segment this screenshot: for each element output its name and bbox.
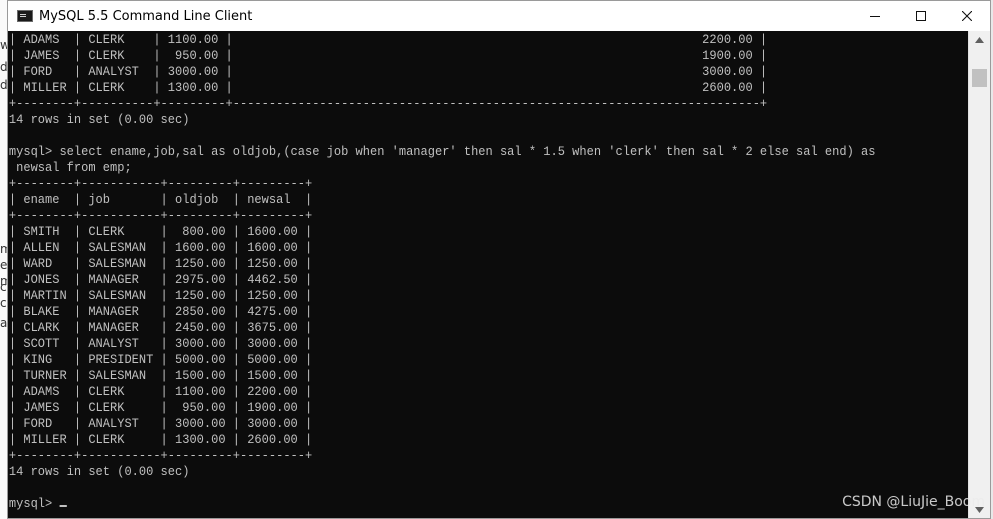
console-output[interactable]: | ADAMS | CLERK | 1100.00 | 2200.00 | | … (8, 31, 968, 518)
watermark: CSDN @LiuJie_Boom (842, 494, 985, 510)
console-text: | ADAMS | CLERK | 1100.00 | 2200.00 | | … (8, 32, 876, 511)
background-text-fragment: c (0, 280, 7, 294)
close-button[interactable] (944, 1, 990, 31)
title-bar[interactable]: MySQL 5.5 Command Line Client (8, 1, 990, 31)
minimize-button[interactable] (852, 1, 898, 31)
maximize-icon (916, 11, 926, 21)
minimize-icon (870, 16, 880, 17)
mysql-console-window: MySQL 5.5 Command Line Client | ADAMS | … (7, 0, 991, 519)
scroll-thumb[interactable] (972, 69, 987, 87)
window-controls (852, 1, 990, 31)
background-text-fragment: c (0, 296, 7, 310)
scroll-up-button[interactable] (969, 31, 990, 48)
maximize-button[interactable] (898, 1, 944, 31)
close-icon (962, 11, 972, 21)
text-cursor (59, 505, 67, 507)
scroll-up-arrow-icon (975, 36, 984, 43)
window-title: MySQL 5.5 Command Line Client (39, 8, 253, 24)
vertical-scrollbar[interactable] (968, 31, 990, 518)
console-app-icon (17, 10, 33, 22)
